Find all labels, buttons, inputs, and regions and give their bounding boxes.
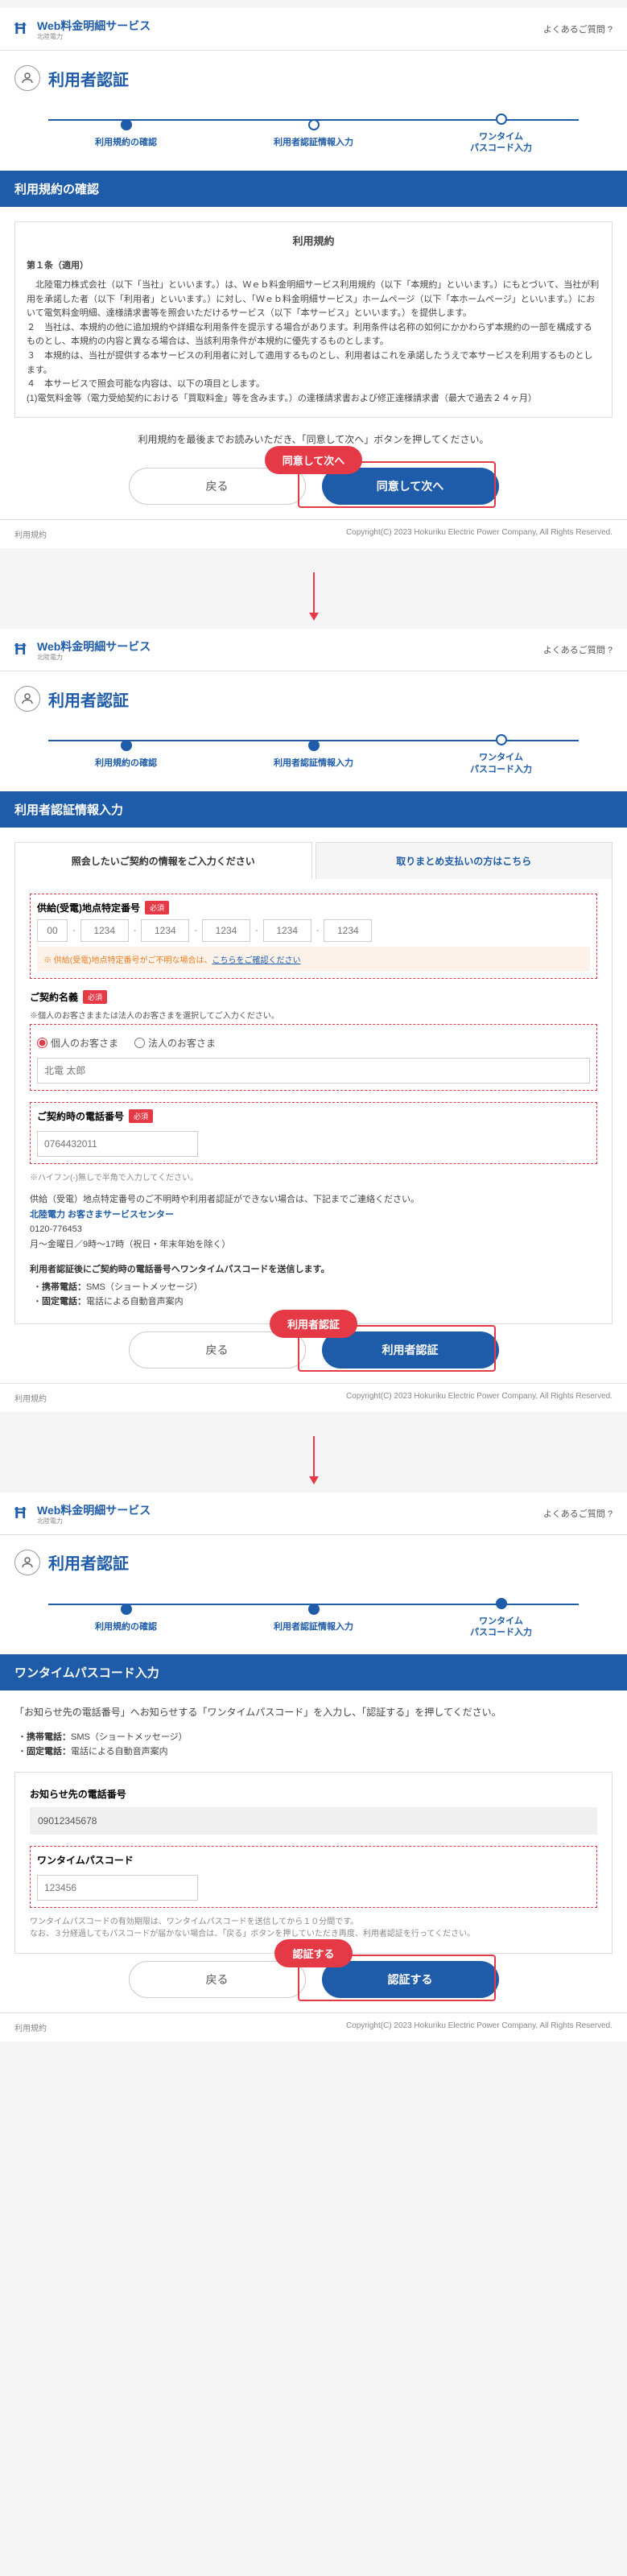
service-name: Web料金明細サービス	[37, 18, 151, 34]
terms-body: ４ 本サービスで照会可能な内容は、以下の項目とします。	[27, 378, 600, 392]
user-icon	[14, 1550, 40, 1575]
section-title: 利用者認証情報入力	[0, 791, 627, 828]
section-title: 利用規約の確認	[0, 171, 627, 207]
service-name: Web料金明細サービス	[37, 638, 151, 654]
otp-validity: ワンタイムパスコードの有効期限は、ワンタイムパスコードを送信してから１０分間です…	[30, 1914, 597, 1938]
stepper: 利用規約の確認 利用者認証情報入力 ワンタイム パスコード入力	[0, 105, 627, 171]
copyright: Copyright(C) 2023 Hokuriku Electric Powe…	[346, 1392, 613, 1404]
terms-instruction: 利用規約を最後までお読みいただき、「同意して次へ」ボタンを押してください。	[14, 432, 613, 446]
holder-note: ※個人のお客さままたは法人のお客さまを選択してご入力ください。	[30, 1009, 597, 1021]
passcode-methods: 携帯電話：SMS（ショートメッセージ） 固定電話：電話による自動音声案内	[30, 1280, 597, 1307]
supply-seg-3[interactable]	[141, 919, 189, 942]
otp-instruction: 「お知らせ先の電話番号」へお知らせする「ワンタイムパスコード」を入力し、「認証す…	[14, 1705, 613, 1719]
page-title: 利用者認証	[48, 687, 129, 711]
supply-point-group: 供給(受電)地点特定番号必須 - - - - - ※ 供給(受電)地点特定番号が…	[30, 894, 597, 979]
callout-agree: 同意して次へ	[265, 446, 363, 474]
passcode-note: 利用者認証後にご契約時の電話番号へワンタイムパスコードを送信します。	[30, 1262, 597, 1275]
terms-body: 北陸電力株式会社（以下「当社」といいます。）は、Ｗｅｂ料金明細サービス利用規約（…	[27, 279, 600, 321]
logo-icon: Ħ	[14, 20, 32, 38]
faq-link[interactable]: よくあるご質問 ?	[543, 643, 613, 656]
header: Ħ Web料金明細サービス 北陸電力 よくあるご質問 ?	[0, 8, 627, 51]
phone-label: ご契約時の電話番号	[37, 1109, 124, 1123]
supply-seg-1[interactable]	[37, 919, 68, 942]
phone-group: ご契約時の電話番号必須	[30, 1102, 597, 1164]
footer-terms-link[interactable]: 利用規約	[14, 528, 47, 540]
contact-intro: 供給（受電）地点特定番号のご不明時や利用者認証ができない場合は、下記までご連絡く…	[30, 1192, 597, 1208]
terms-article: 第１条（適用）	[27, 259, 600, 274]
logo-icon: Ħ	[14, 641, 32, 658]
flow-arrow	[0, 1436, 627, 1484]
logo-icon: Ħ	[14, 1505, 32, 1522]
phone-help: ※ハイフン(-)無しで半角で入力してください。	[30, 1170, 597, 1183]
step-3-label: ワンタイム パスコード入力	[407, 131, 595, 155]
supply-warn-link[interactable]: こちらをご確認ください	[212, 956, 300, 965]
flow-arrow	[0, 572, 627, 621]
supply-seg-6[interactable]	[324, 919, 372, 942]
radio-corp[interactable]: 法人のお客さま	[134, 1036, 216, 1050]
terms-body: ２ 当社は、本規約の他に追加規約や詳細な利用条件を提示する場合があります。利用条…	[27, 321, 600, 349]
copyright: Copyright(C) 2023 Hokuriku Electric Powe…	[346, 528, 613, 540]
page-title: 利用者認証	[48, 1550, 129, 1574]
step-1-label: 利用規約の確認	[32, 137, 220, 148]
tab-contract-info[interactable]: 照会したいご契約の情報をご入力ください	[14, 842, 312, 879]
otp-group: ワンタイムパスコード	[30, 1846, 597, 1908]
section-title: ワンタイムパスコード入力	[0, 1654, 627, 1690]
faq-link[interactable]: よくあるご質問 ?	[543, 1507, 613, 1520]
supply-warn: ※ 供給(受電)地点特定番号がご不明な場合は、	[43, 956, 212, 965]
terms-body: (1)電気料金等（電力受給契約における「買取料金」等を含みます。）の達様請求書お…	[27, 392, 600, 407]
supply-seg-2[interactable]	[80, 919, 129, 942]
terms-box[interactable]: 利用規約 第１条（適用） 北陸電力株式会社（以下「当社」といいます。）は、Ｗｅｂ…	[14, 221, 613, 419]
tab-consolidated[interactable]: 取りまとめ支払いの方はこちら	[316, 842, 613, 879]
holder-label: ご契約名義	[30, 990, 78, 1004]
company-name: 北陸電力	[37, 654, 151, 661]
footer-terms-link[interactable]: 利用規約	[14, 2021, 47, 2033]
supply-seg-4[interactable]	[202, 919, 250, 942]
contact-tel: 0120-776453	[30, 1222, 597, 1237]
holder-name-input[interactable]	[37, 1058, 590, 1084]
step-2-label: 利用者認証情報入力	[220, 137, 407, 148]
required-badge: 必須	[145, 901, 169, 914]
callout-verify: 認証する	[274, 1939, 352, 1967]
terms-body: ３ 本規約は、当社が提供する本サービスの利用者に対して適用するものとし、利用者は…	[27, 349, 600, 378]
company-name: 北陸電力	[37, 1518, 151, 1525]
otp-methods: 携帯電話：SMS（ショートメッセージ） 固定電話：電話による自動音声案内	[14, 1730, 613, 1757]
terms-title: 利用規約	[27, 233, 600, 250]
callout-auth: 利用者認証	[270, 1310, 357, 1338]
otp-input[interactable]	[37, 1875, 198, 1901]
copyright: Copyright(C) 2023 Hokuriku Electric Powe…	[346, 2021, 613, 2033]
faq-link[interactable]: よくあるご質問 ?	[543, 23, 613, 35]
user-icon	[14, 686, 40, 712]
supply-label: 供給(受電)地点特定番号	[37, 901, 140, 914]
contact-hours: 月～金曜日／9時～17時（祝日・年末年始を除く）	[30, 1237, 597, 1253]
dest-phone: 09012345678	[30, 1807, 597, 1835]
service-name: Web料金明細サービス	[37, 1502, 151, 1518]
holder-group: 個人のお客さま 法人のお客さま	[30, 1024, 597, 1091]
supply-seg-5[interactable]	[263, 919, 311, 942]
contact-name: 北陸電力 お客さまサービスセンター	[30, 1208, 597, 1223]
phone-input[interactable]	[37, 1131, 198, 1157]
radio-personal[interactable]: 個人のお客さま	[37, 1036, 118, 1050]
footer-terms-link[interactable]: 利用規約	[14, 1392, 47, 1404]
company-name: 北陸電力	[37, 34, 151, 40]
dest-label: お知らせ先の電話番号	[30, 1787, 597, 1801]
user-icon	[14, 65, 40, 91]
otp-label: ワンタイムパスコード	[37, 1853, 590, 1867]
page-title: 利用者認証	[48, 67, 129, 90]
